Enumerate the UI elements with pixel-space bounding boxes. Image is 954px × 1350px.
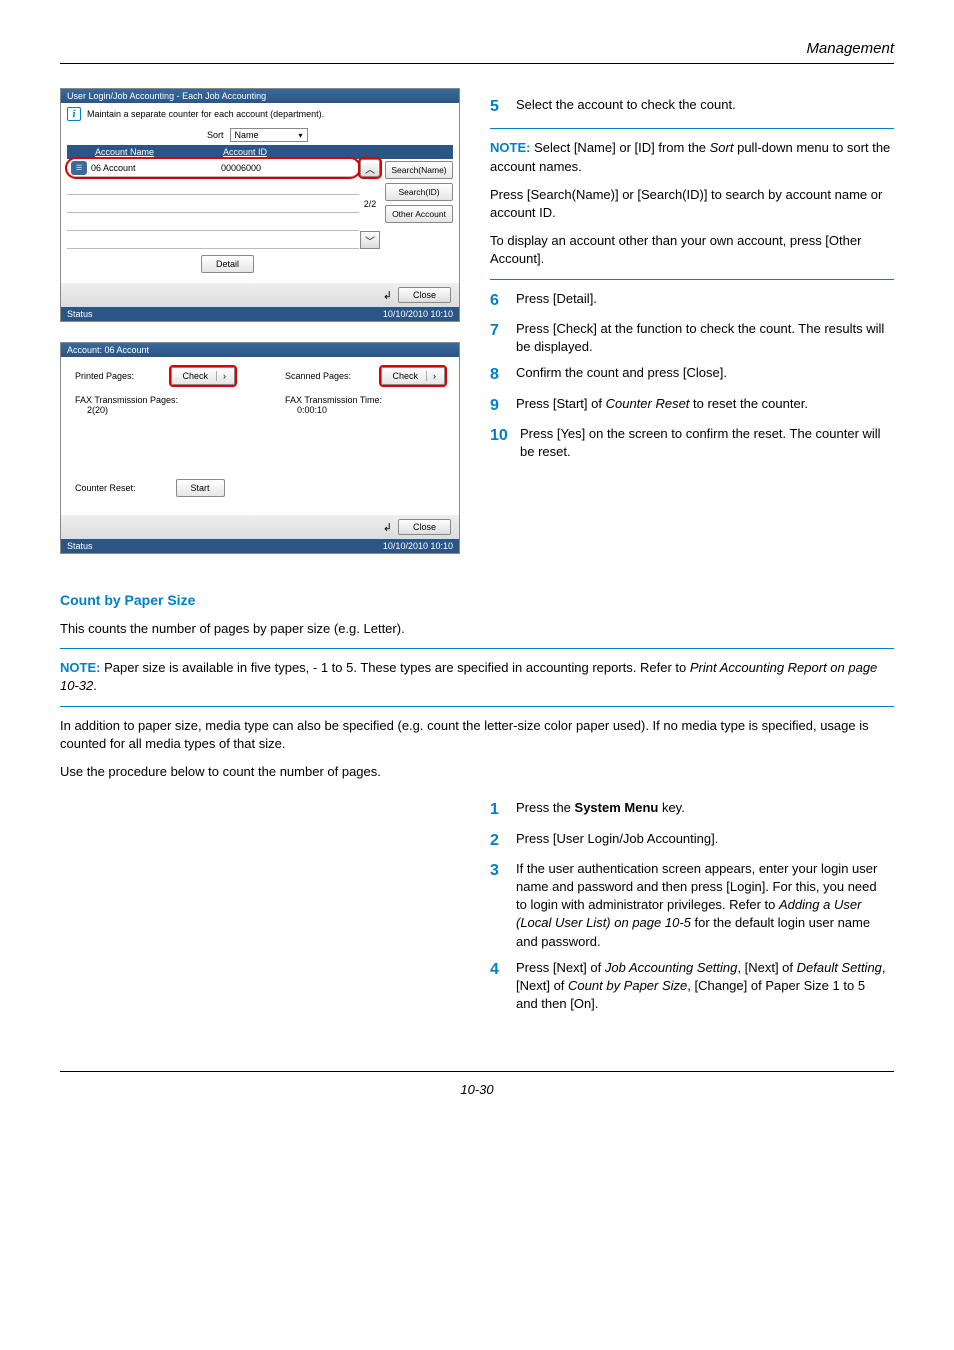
status-datetime: 10/10/2010 10:10	[383, 309, 453, 319]
accounts-table: ☰ 06 Account 00006000	[67, 159, 359, 249]
step-number: 10	[490, 425, 520, 447]
check-printed-button[interactable]: Check ›	[171, 367, 235, 385]
row-name: 06 Account	[91, 163, 221, 173]
page-footer: 10-30	[60, 1071, 894, 1097]
page-indicator: 2/2	[364, 177, 377, 231]
note-para-other: To display an account other than your ow…	[490, 232, 894, 268]
chevron-down-icon: ﹀	[365, 233, 375, 248]
note-label: NOTE:	[490, 140, 530, 155]
panel-job-accounting: User Login/Job Accounting - Each Job Acc…	[60, 88, 460, 322]
page-header-section: Management	[60, 40, 894, 57]
step-number: 3	[490, 860, 516, 882]
section-para: In addition to paper size, media type ca…	[60, 717, 894, 753]
scroll-up-button[interactable]: ︿	[360, 159, 380, 177]
search-id-button[interactable]: Search(ID)	[385, 183, 453, 201]
sort-value: Name	[235, 130, 259, 140]
sort-label: Sort	[207, 130, 224, 140]
step-text: Press [Yes] on the screen to confirm the…	[520, 425, 890, 461]
panel2-title: Account: 06 Account	[61, 343, 459, 357]
scroll-down-button[interactable]: ﹀	[360, 231, 380, 249]
step-text: Select the account to check the count.	[516, 96, 890, 114]
step-text: Press [Check] at the function to check t…	[516, 320, 890, 356]
step-number: 4	[490, 959, 516, 981]
step-number: 1	[490, 799, 516, 821]
panel1-subtitle: Maintain a separate counter for each acc…	[87, 109, 324, 119]
status-datetime: 10/10/2010 10:10	[383, 541, 453, 551]
account-icon: ☰	[71, 161, 87, 175]
step-text: Press [User Login/Job Accounting].	[516, 830, 890, 848]
section-intro: This counts the number of pages by paper…	[60, 620, 894, 638]
info-icon: i	[67, 107, 81, 121]
other-account-button[interactable]: Other Account	[385, 205, 453, 223]
fax-pages-value: 2(20)	[75, 405, 235, 415]
search-name-button[interactable]: Search(Name)	[385, 161, 453, 179]
col-account-name: Account Name	[67, 147, 217, 157]
col-account-id: Account ID	[217, 147, 453, 157]
column-headers: Account Name Account ID	[67, 145, 453, 159]
step-text: Press [Detail].	[516, 290, 890, 308]
step-text: Press [Next] of Job Accounting Setting, …	[516, 959, 890, 1014]
chevron-right-icon: ›	[216, 371, 226, 381]
table-row	[67, 195, 359, 213]
section-title: Count by Paper Size	[60, 592, 894, 608]
panel1-title: User Login/Job Accounting - Each Job Acc…	[61, 89, 459, 103]
fax-time-value: 0:00:10	[285, 405, 445, 415]
step-text: Press [Start] of Counter Reset to reset …	[516, 395, 890, 413]
note-rule	[60, 706, 894, 707]
step-number: 9	[490, 395, 516, 417]
step-number: 8	[490, 364, 516, 386]
step-text: Press the System Menu key.	[516, 799, 890, 817]
table-row	[67, 177, 359, 195]
status-label: Status	[67, 541, 93, 551]
note-label: NOTE:	[60, 660, 100, 675]
note-rule	[60, 648, 894, 649]
enter-icon: ↲	[383, 521, 392, 534]
table-row[interactable]: ☰ 06 Account 00006000	[67, 159, 359, 177]
step-number: 7	[490, 320, 516, 342]
chevron-up-icon: ︿	[365, 161, 375, 176]
note-rule	[490, 128, 894, 129]
table-row	[67, 231, 359, 249]
sort-dropdown[interactable]: Name ▾	[230, 128, 308, 142]
note-para-search: Press [Search(Name)] or [Search(ID)] to …	[490, 186, 894, 222]
row-id: 00006000	[221, 163, 359, 173]
counter-reset-label: Counter Reset:	[75, 483, 136, 493]
check-scanned-button[interactable]: Check ›	[381, 367, 445, 385]
check-label: Check	[182, 371, 208, 381]
fax-pages-label: FAX Transmission Pages:	[75, 395, 235, 405]
note-block: NOTE: Select [Name] or [ID] from the Sor…	[490, 139, 894, 175]
status-label: Status	[67, 309, 93, 319]
chevron-down-icon: ▾	[299, 131, 303, 140]
header-rule	[60, 63, 894, 64]
start-button[interactable]: Start	[176, 479, 225, 497]
step-number: 2	[490, 830, 516, 852]
step-number: 6	[490, 290, 516, 312]
note-rule	[490, 279, 894, 280]
close-button[interactable]: Close	[398, 287, 451, 303]
scanned-pages-label: Scanned Pages:	[285, 371, 351, 381]
fax-time-label: FAX Transmission Time:	[285, 395, 445, 405]
section-para2: Use the procedure below to count the num…	[60, 763, 894, 781]
step-text: If the user authentication screen appear…	[516, 860, 890, 951]
enter-icon: ↲	[383, 289, 392, 302]
printed-pages-label: Printed Pages:	[75, 371, 134, 381]
close-button[interactable]: Close	[398, 519, 451, 535]
panel-account-detail: Account: 06 Account Printed Pages: Check…	[60, 342, 460, 554]
detail-button[interactable]: Detail	[201, 255, 254, 273]
step-text: Confirm the count and press [Close].	[516, 364, 890, 382]
step-number: 5	[490, 96, 516, 118]
table-row	[67, 213, 359, 231]
check-label: Check	[392, 371, 418, 381]
note-block: NOTE: Paper size is available in five ty…	[60, 659, 894, 695]
chevron-right-icon: ›	[426, 371, 436, 381]
